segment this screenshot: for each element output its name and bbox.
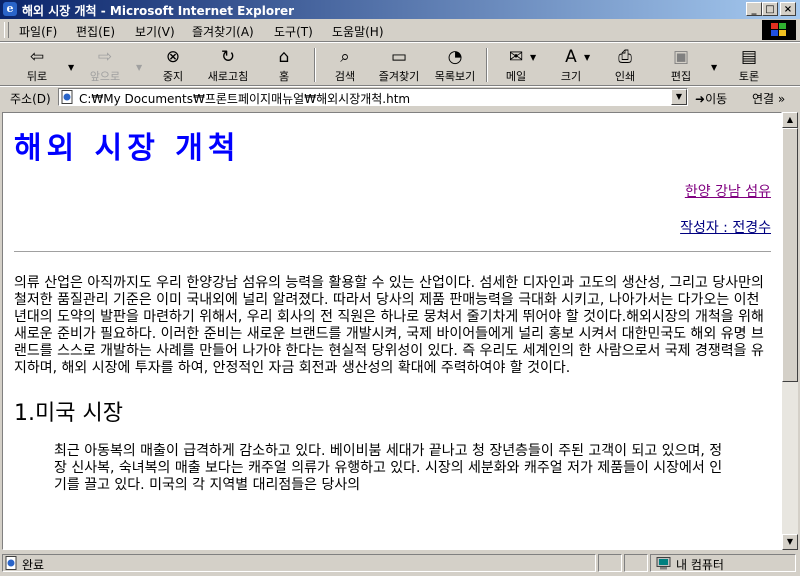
company-link-row: 한양 강남 섬유 [14,181,771,201]
search-icon: ⌕ [340,47,350,67]
home-button[interactable]: ⌂ 홈 [259,46,309,84]
address-bar: 주소(D) C:₩My Documents₩프론트페이지매뉴얼₩해외시장개척.h… [0,86,800,108]
windows-logo-icon [762,20,796,40]
go-label: 이동 [705,92,728,106]
go-arrow-icon: ➜ [695,92,706,106]
status-main-cell [2,554,596,572]
forward-label: 앞으로 [89,70,121,83]
refresh-button[interactable]: ↻ 새로고침 [203,46,253,84]
discuss-label: 토론 [738,70,760,83]
document-viewport[interactable]: 해외 시장 개척 한양 강남 섬유 작성자 : 전경수 의류 산업은 아직까지도… [2,112,782,550]
window-title: 해외 시장 개척 - Microsoft Internet Explorer [22,4,295,18]
intro-paragraph: 의류 산업은 아직까지도 우리 한양강남 섬유의 능력을 활용할 수 있는 산업… [14,275,764,376]
home-icon: ⌂ [278,47,290,67]
back-dropdown-icon[interactable]: ▼ [68,63,74,72]
address-url: C:₩My Documents₩프론트페이지매뉴얼₩해외시장개척.htm [79,92,411,106]
document-content: 해외 시장 개척 한양 강남 섬유 작성자 : 전경수 의류 산업은 아직까지도… [3,123,781,494]
stop-button[interactable]: ⊗ 중지 [148,46,198,84]
stop-label: 중지 [162,70,184,83]
forward-dropdown-icon[interactable]: ▼ [136,63,142,72]
mail-icon: ✉ [508,47,524,67]
edit-page-icon: ▣ [672,47,690,67]
history-label: 목록보기 [434,70,476,83]
ie-logo-icon: e [3,2,17,16]
size-label: 크기 [560,70,582,83]
status-cell-2 [624,554,648,572]
scroll-down-icon[interactable]: ▼ [782,534,798,550]
address-input[interactable]: C:₩My Documents₩프론트페이지매뉴얼₩해외시장개척.htm ▼ [58,88,688,106]
chevron-right-icon: » [777,92,786,106]
status-text: 완료 [22,558,45,572]
back-arrow-icon: ⇦ [29,47,45,67]
my-computer-icon [656,557,672,573]
address-label: 주소(D) [10,92,51,106]
scroll-up-icon[interactable]: ▲ [782,112,798,128]
page-heading: 해외 시장 개척 [14,131,241,166]
print-label: 인쇄 [614,70,636,83]
author-link-row: 작성자 : 전경수 [14,217,771,237]
minimize-button[interactable]: _ [746,2,762,16]
go-button[interactable]: ➜이동 [695,90,727,107]
discuss-icon: ▤ [740,47,758,67]
stop-icon: ⊗ [165,47,181,67]
section-usa-paragraph: 최근 아동복의 매출이 급격하게 감소하고 있다. 베이비붐 세대가 끝나고 청… [54,443,723,493]
status-zone-text: 내 컴퓨터 [676,558,724,572]
history-icon: ◔ [447,47,463,67]
mail-button[interactable]: ✉ 메일 [491,46,541,84]
forward-button[interactable]: ⇨ 앞으로 [80,46,130,84]
edit-label: 편집 [670,70,692,83]
search-label: 검색 [334,70,356,83]
size-dropdown-icon[interactable]: ▼ [584,53,590,62]
discuss-button[interactable]: ▤ 토론 [724,46,774,84]
author-link[interactable]: 작성자 : 전경수 [680,220,771,236]
toolbar-separator [486,48,488,82]
home-label: 홈 [278,70,290,83]
links-button[interactable]: 연결 » [752,90,785,107]
standard-toolbar: ⇦ 뒤로 ▼ ⇨ 앞으로 ▼ ⊗ 중지 ↻ 새로고침 ⌂ 홈 ⌕ 검색 ▭ 즐겨… [0,43,800,85]
menu-tools[interactable]: 도구(T) [274,23,313,40]
favorites-label: 즐겨찾기 [378,70,420,83]
close-button[interactable]: × [780,2,796,16]
menu-help[interactable]: 도움말(H) [332,23,384,40]
size-button[interactable]: A 크기 [546,46,596,84]
vertical-scrollbar[interactable]: ▲ ▼ [782,112,798,550]
page-icon [61,90,73,104]
favorites-folder-icon: ▭ [390,47,408,67]
history-button[interactable]: ◔ 목록보기 [430,46,480,84]
address-dropdown-icon[interactable]: ▼ [671,89,687,105]
section-heading-usa: 1.미국 시장 [14,401,123,426]
mail-label: 메일 [505,70,527,83]
edit-dropdown-icon[interactable]: ▼ [711,63,717,72]
search-button[interactable]: ⌕ 검색 [320,46,370,84]
back-label: 뒤로 [26,70,48,83]
status-cell-1 [598,554,622,572]
toolbar-separator [314,48,316,82]
menu-file[interactable]: 파일(F) [19,23,57,40]
menu-view[interactable]: 보기(V) [135,23,175,40]
refresh-label: 새로고침 [207,70,249,83]
status-page-icon [5,556,18,573]
back-button[interactable]: ⇦ 뒤로 [12,46,62,84]
links-label: 연결 [752,92,775,106]
horizontal-rule [14,251,771,253]
print-button[interactable]: ⎙ 인쇄 [600,46,650,84]
refresh-icon: ↻ [220,47,236,67]
forward-arrow-icon: ⇨ [97,47,113,67]
menu-edit[interactable]: 편집(E) [76,23,115,40]
mail-dropdown-icon[interactable]: ▼ [530,53,536,62]
font-size-icon: A [565,47,577,67]
menu-grip [4,22,9,38]
menu-bar: 파일(F) 편집(E) 보기(V) 즐겨찾기(A) 도구(T) 도움말(H) [0,19,800,41]
favorites-button[interactable]: ▭ 즐겨찾기 [374,46,424,84]
title-bar: e 해외 시장 개척 - Microsoft Internet Explorer… [0,0,800,19]
status-bar: 완료 내 컴퓨터 [0,552,800,576]
company-link[interactable]: 한양 강남 섬유 [685,184,771,200]
edit-button[interactable]: ▣ 편집 [656,46,706,84]
scroll-thumb[interactable] [782,128,798,382]
maximize-button[interactable]: □ [762,2,778,16]
printer-icon: ⎙ [618,47,632,67]
menu-favorites[interactable]: 즐겨찾기(A) [192,23,254,40]
